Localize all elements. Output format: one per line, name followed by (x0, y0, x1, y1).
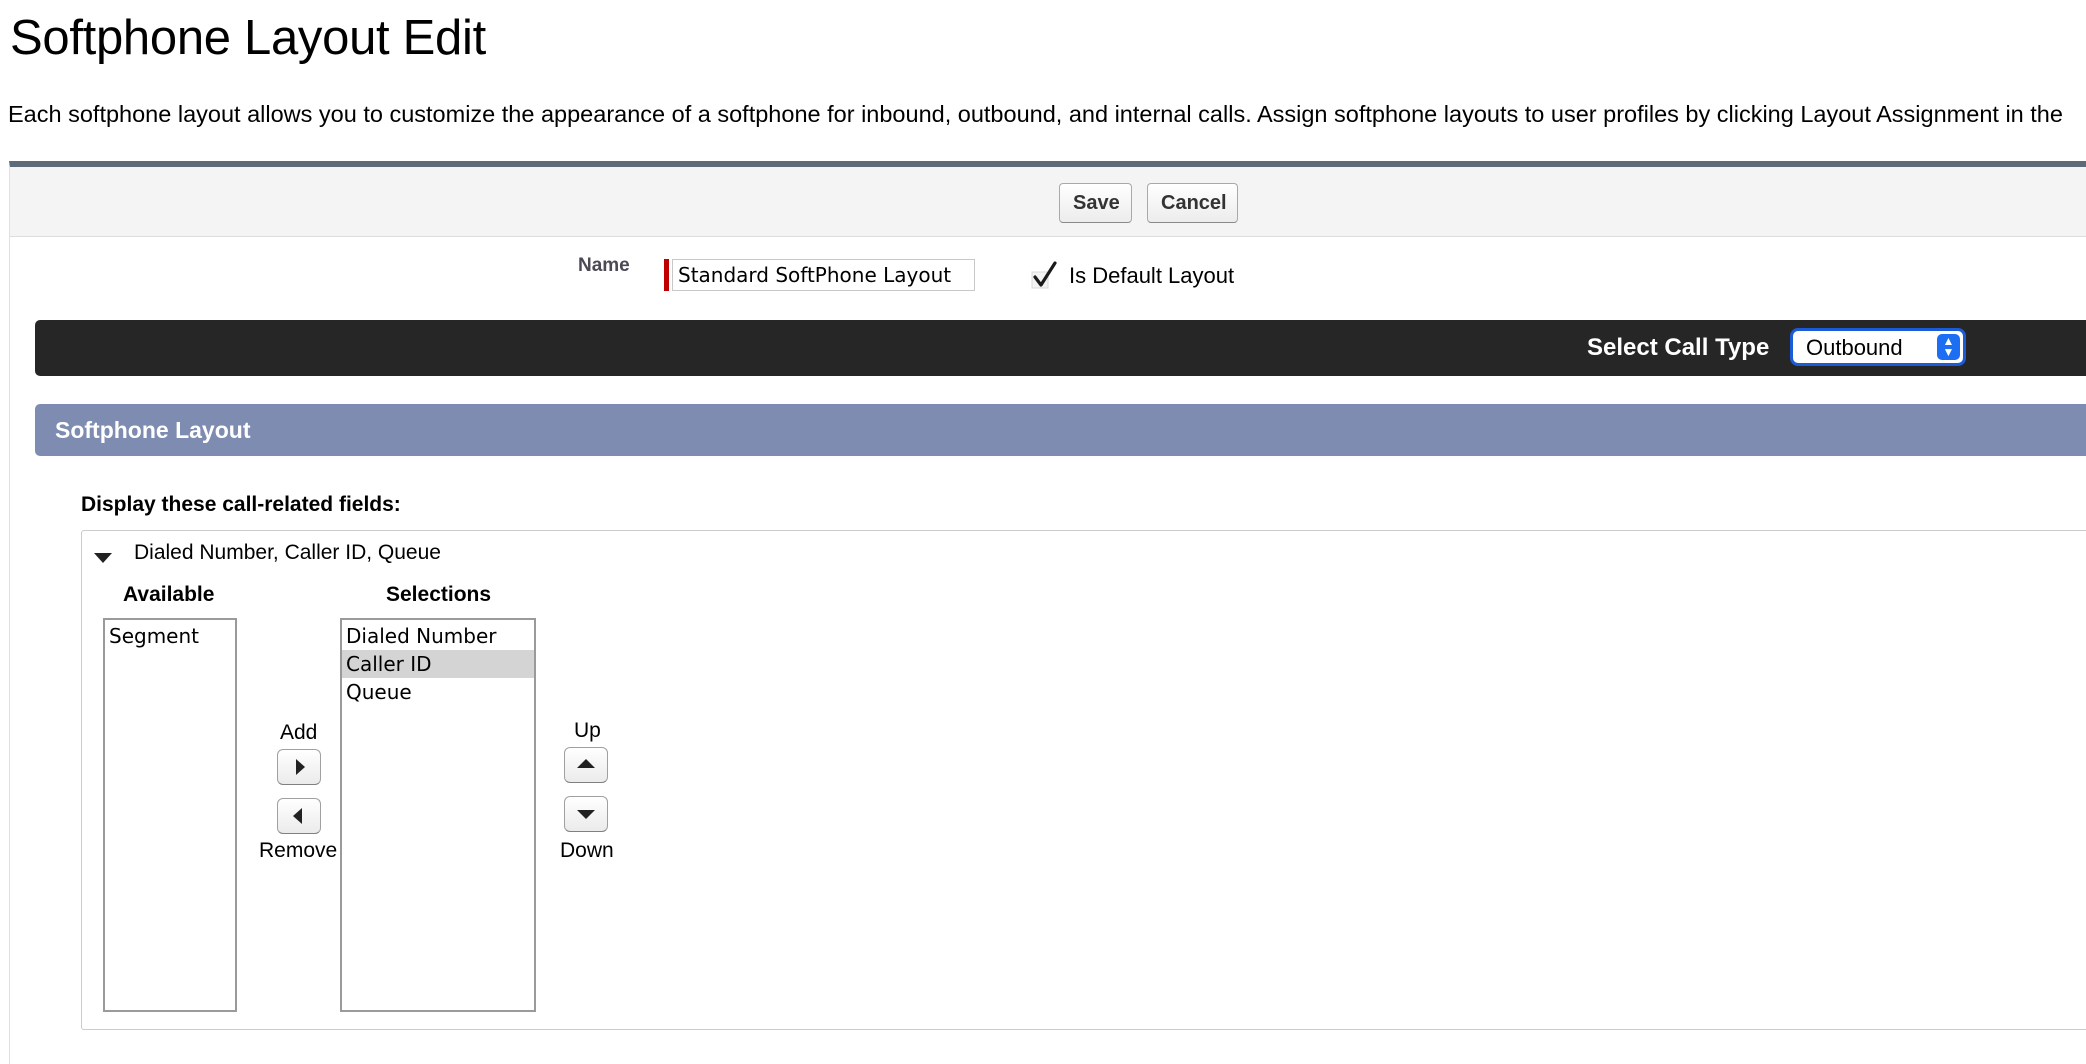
selections-listbox[interactable]: Dialed Number Caller ID Queue (340, 618, 536, 1012)
arrow-left-icon (293, 808, 302, 824)
down-label: Down (560, 839, 614, 862)
up-button[interactable] (564, 747, 608, 783)
available-listbox[interactable]: Segment (103, 618, 237, 1012)
call-type-select[interactable]: Outbound ▲ ▼ (1790, 328, 1966, 366)
section-title: Softphone Layout (55, 417, 251, 443)
field-group-title[interactable]: Dialed Number, Caller ID, Queue (134, 541, 441, 565)
save-button[interactable]: Save (1059, 183, 1132, 223)
name-label: Name (578, 255, 630, 276)
checkmark-icon[interactable] (1030, 260, 1058, 290)
remove-label: Remove (259, 839, 338, 862)
is-default-layout-label[interactable]: Is Default Layout (1069, 263, 1234, 289)
list-item[interactable]: Caller ID (342, 650, 534, 678)
available-header: Available (123, 583, 215, 606)
selections-header: Selections (386, 583, 492, 606)
softphone-layout-section-header: Softphone Layout (35, 404, 2086, 456)
arrow-right-icon (296, 759, 305, 775)
list-item[interactable]: Segment (105, 622, 235, 650)
list-item[interactable]: Dialed Number (342, 622, 534, 650)
name-input[interactable] (672, 259, 975, 291)
arrow-down-icon (577, 810, 595, 819)
call-type-bar: Select Call Type Outbound ▲ ▼ (35, 320, 2086, 376)
select-arrows-icon: ▲ ▼ (1937, 334, 1960, 360)
triangle-down-icon[interactable] (94, 553, 112, 563)
call-type-selected-value: Outbound (1806, 335, 1903, 360)
list-item[interactable]: Queue (342, 678, 534, 706)
up-label: Up (574, 719, 601, 742)
down-button[interactable] (564, 796, 608, 832)
edit-form-panel: Save Cancel Name Is Default Layout Selec… (9, 161, 2086, 1064)
arrow-up-icon (577, 759, 595, 768)
call-fields-box: Dialed Number, Caller ID, Queue Availabl… (81, 530, 2086, 1030)
remove-button[interactable] (277, 798, 321, 834)
button-bar: Save Cancel (10, 167, 2086, 237)
add-button[interactable] (277, 749, 321, 785)
page-description: Each softphone layout allows you to cust… (8, 101, 2063, 127)
add-label: Add (280, 721, 318, 744)
required-indicator (664, 259, 669, 291)
select-call-type-label: Select Call Type (1587, 334, 1770, 361)
call-fields-label: Display these call-related fields: (81, 493, 401, 516)
cancel-button[interactable]: Cancel (1147, 183, 1238, 223)
page-title: Softphone Layout Edit (10, 11, 486, 65)
